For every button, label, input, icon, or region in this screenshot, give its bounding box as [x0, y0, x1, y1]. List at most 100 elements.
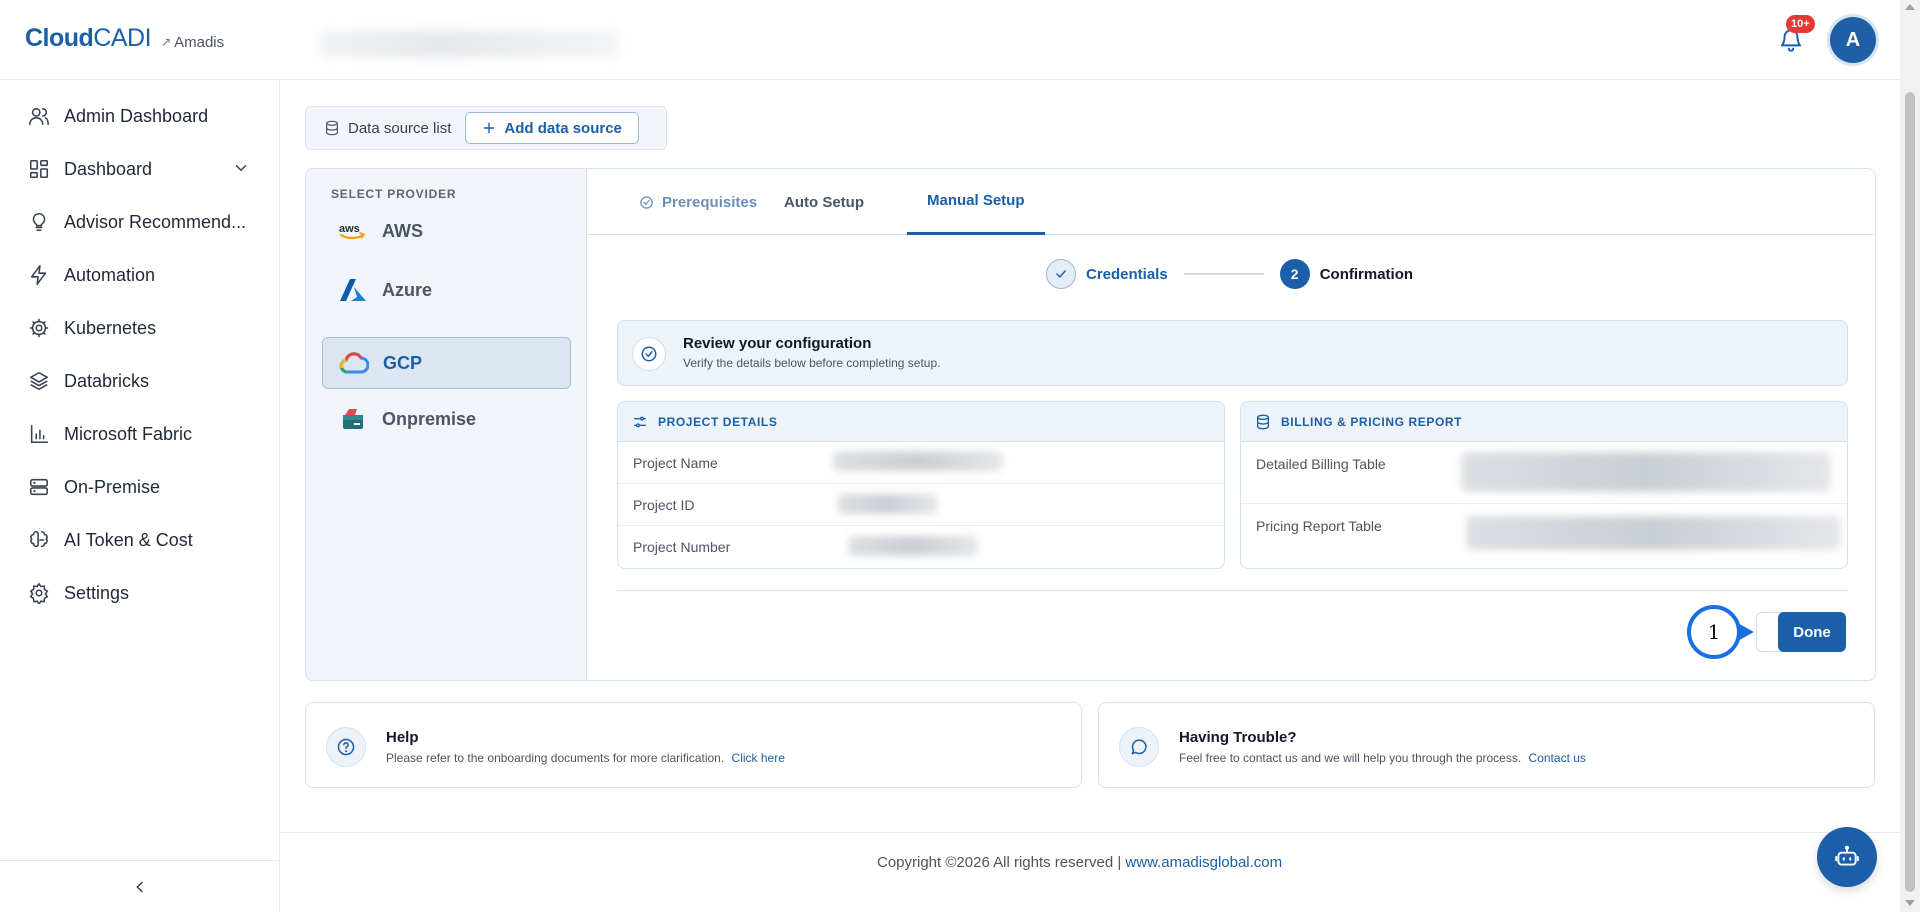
chatbot-button[interactable] — [1817, 827, 1877, 887]
review-title: Review your configuration — [683, 335, 872, 352]
sidebar-item-on-premise[interactable]: On-Premise — [0, 461, 280, 513]
project-details-header: PROJECT DETAILS — [618, 402, 1224, 442]
project-number-row: Project Number — [618, 526, 1224, 568]
sidebar-item-label: Dashboard — [64, 158, 153, 179]
chevron-left-icon[interactable] — [132, 879, 148, 895]
sidebar-item-settings[interactable]: Settings — [0, 567, 280, 619]
scroll-thumb[interactable] — [1905, 92, 1915, 892]
sidebar-item-label: Advisor Recommend... — [64, 211, 247, 232]
help-card: Help Please refer to the onboarding docu… — [305, 702, 1082, 788]
provider-aws[interactable]: aws AWS — [322, 205, 571, 257]
contact-us-link[interactable]: Contact us — [1529, 751, 1586, 765]
trouble-text: Feel free to contact us and we will help… — [1179, 751, 1586, 765]
notification-badge: 10+ — [1786, 15, 1815, 33]
setup-stepper: Credentials 2 Confirmation — [1046, 259, 1413, 289]
aws-logo-icon: aws — [338, 216, 368, 246]
chevron-down-icon[interactable] — [232, 159, 250, 177]
billing-report-panel: BILLING & PRICING REPORT Detailed Billin… — [1240, 401, 1848, 569]
provider-label: Azure — [382, 279, 433, 300]
data-source-list-button[interactable]: Data source list — [324, 120, 451, 137]
page-title-blurred — [320, 30, 620, 58]
step-credentials-indicator — [1046, 259, 1076, 289]
project-name-row: Project Name — [618, 442, 1224, 484]
step-confirmation-indicator: 2 — [1279, 259, 1310, 289]
provider-pane: SELECT PROVIDER aws AWS Azure GCP Onprem… — [306, 169, 587, 680]
pricing-report-value-redacted — [1466, 516, 1841, 550]
project-details-title: PROJECT DETAILS — [658, 414, 778, 429]
pricing-report-row: Pricing Report Table — [1241, 504, 1847, 566]
gear-icon — [28, 582, 50, 604]
sidebar-item-label: Kubernetes — [64, 317, 157, 338]
sidebar-item-advisor[interactable]: Advisor Recommend... — [0, 196, 280, 248]
tab-auto-setup[interactable]: Auto Setup — [764, 169, 884, 235]
chat-bubble-icon — [1119, 727, 1159, 767]
step-credentials-label[interactable]: Credentials — [1086, 266, 1168, 283]
sidebar-item-label: Microsoft Fabric — [64, 423, 193, 444]
app-logo[interactable]: Cloud CADI ↗ Amadis — [25, 24, 224, 53]
database-icon — [324, 120, 340, 136]
tab-label: Manual Setup — [927, 192, 1025, 209]
project-details-panel: PROJECT DETAILS Project Name Project ID … — [617, 401, 1225, 569]
sliders-icon — [632, 414, 648, 430]
provider-azure[interactable]: Azure — [322, 264, 571, 316]
trouble-title: Having Trouble? — [1179, 729, 1297, 746]
sidebar-item-dashboard[interactable]: Dashboard — [0, 143, 280, 195]
bar-chart-icon — [28, 423, 50, 445]
step-connector — [1183, 273, 1264, 275]
database-icon — [1255, 414, 1271, 430]
page-scrollbar[interactable] — [1900, 0, 1920, 912]
check-circle-icon — [632, 337, 666, 371]
scroll-up-arrow[interactable] — [1905, 4, 1915, 10]
sidebar-item-label: Automation — [64, 264, 156, 285]
users-icon — [28, 105, 50, 127]
trouble-description: Feel free to contact us and we will help… — [1179, 751, 1522, 765]
bolt-icon — [28, 264, 50, 286]
detailed-billing-label: Detailed Billing Table — [1256, 456, 1386, 472]
onpremise-logo-icon — [338, 404, 368, 434]
plus-icon — [482, 121, 496, 135]
sidebar-item-kubernetes[interactable]: Kubernetes — [0, 302, 280, 354]
company-website-link[interactable]: www.amadisglobal.com — [1125, 854, 1282, 871]
sidebar-item-ai-token-cost[interactable]: AI Token & Cost — [0, 514, 280, 566]
project-name-label: Project Name — [633, 454, 718, 471]
copyright-text: Copyright ©2026 All rights reserved | — [877, 854, 1122, 871]
avatar[interactable]: A — [1830, 17, 1876, 63]
logo-cadi-text: CADI — [93, 24, 152, 52]
setup-tabs: Prerequisites Auto Setup Manual Setup — [587, 169, 1875, 235]
done-button[interactable]: Done — [1778, 612, 1846, 652]
logo-cloud-text: Cloud — [25, 24, 94, 52]
external-arrow-icon: ↗ — [161, 35, 172, 49]
tab-prerequisites[interactable]: Prerequisites — [619, 169, 777, 235]
step-confirmation-label: Confirmation — [1319, 265, 1414, 283]
project-number-value-redacted — [848, 536, 978, 556]
scroll-down-arrow[interactable] — [1905, 900, 1915, 906]
footer-divider — [280, 832, 1900, 833]
help-description: Please refer to the onboarding documents… — [386, 751, 725, 765]
project-id-value-redacted — [838, 494, 938, 514]
tab-label: Prerequisites — [662, 193, 758, 211]
svg-text:aws: aws — [339, 223, 360, 235]
add-data-source-button[interactable]: Add data source — [465, 112, 639, 144]
sidebar-item-label: AI Token & Cost — [64, 529, 193, 550]
provider-onpremise[interactable]: Onpremise — [322, 393, 571, 445]
sidebar-item-admin-dashboard[interactable]: Admin Dashboard — [0, 90, 280, 142]
sidebar-item-automation[interactable]: Automation — [0, 249, 280, 301]
sidebar-item-microsoft-fabric[interactable]: Microsoft Fabric — [0, 408, 280, 460]
project-id-row: Project ID — [618, 484, 1224, 526]
sidebar-item-label: Databricks — [64, 370, 150, 391]
brain-icon — [28, 529, 50, 551]
layers-icon — [28, 370, 50, 392]
provider-label: GCP — [383, 352, 423, 373]
footer-copyright: Copyright ©2026 All rights reserved | ww… — [877, 854, 1282, 871]
provider-gcp[interactable]: GCP — [322, 337, 571, 389]
sidebar-item-databricks[interactable]: Databricks — [0, 355, 280, 407]
review-subtitle: Verify the details below before completi… — [683, 356, 941, 370]
sidebar-item-label: Settings — [64, 582, 130, 603]
tab-label: Auto Setup — [784, 193, 864, 211]
help-title: Help — [386, 729, 419, 746]
tab-manual-setup[interactable]: Manual Setup — [907, 169, 1045, 235]
section-divider — [617, 590, 1848, 591]
pricing-report-label: Pricing Report Table — [1256, 518, 1382, 534]
provider-label: AWS — [382, 220, 424, 241]
help-link[interactable]: Click here — [732, 751, 785, 765]
